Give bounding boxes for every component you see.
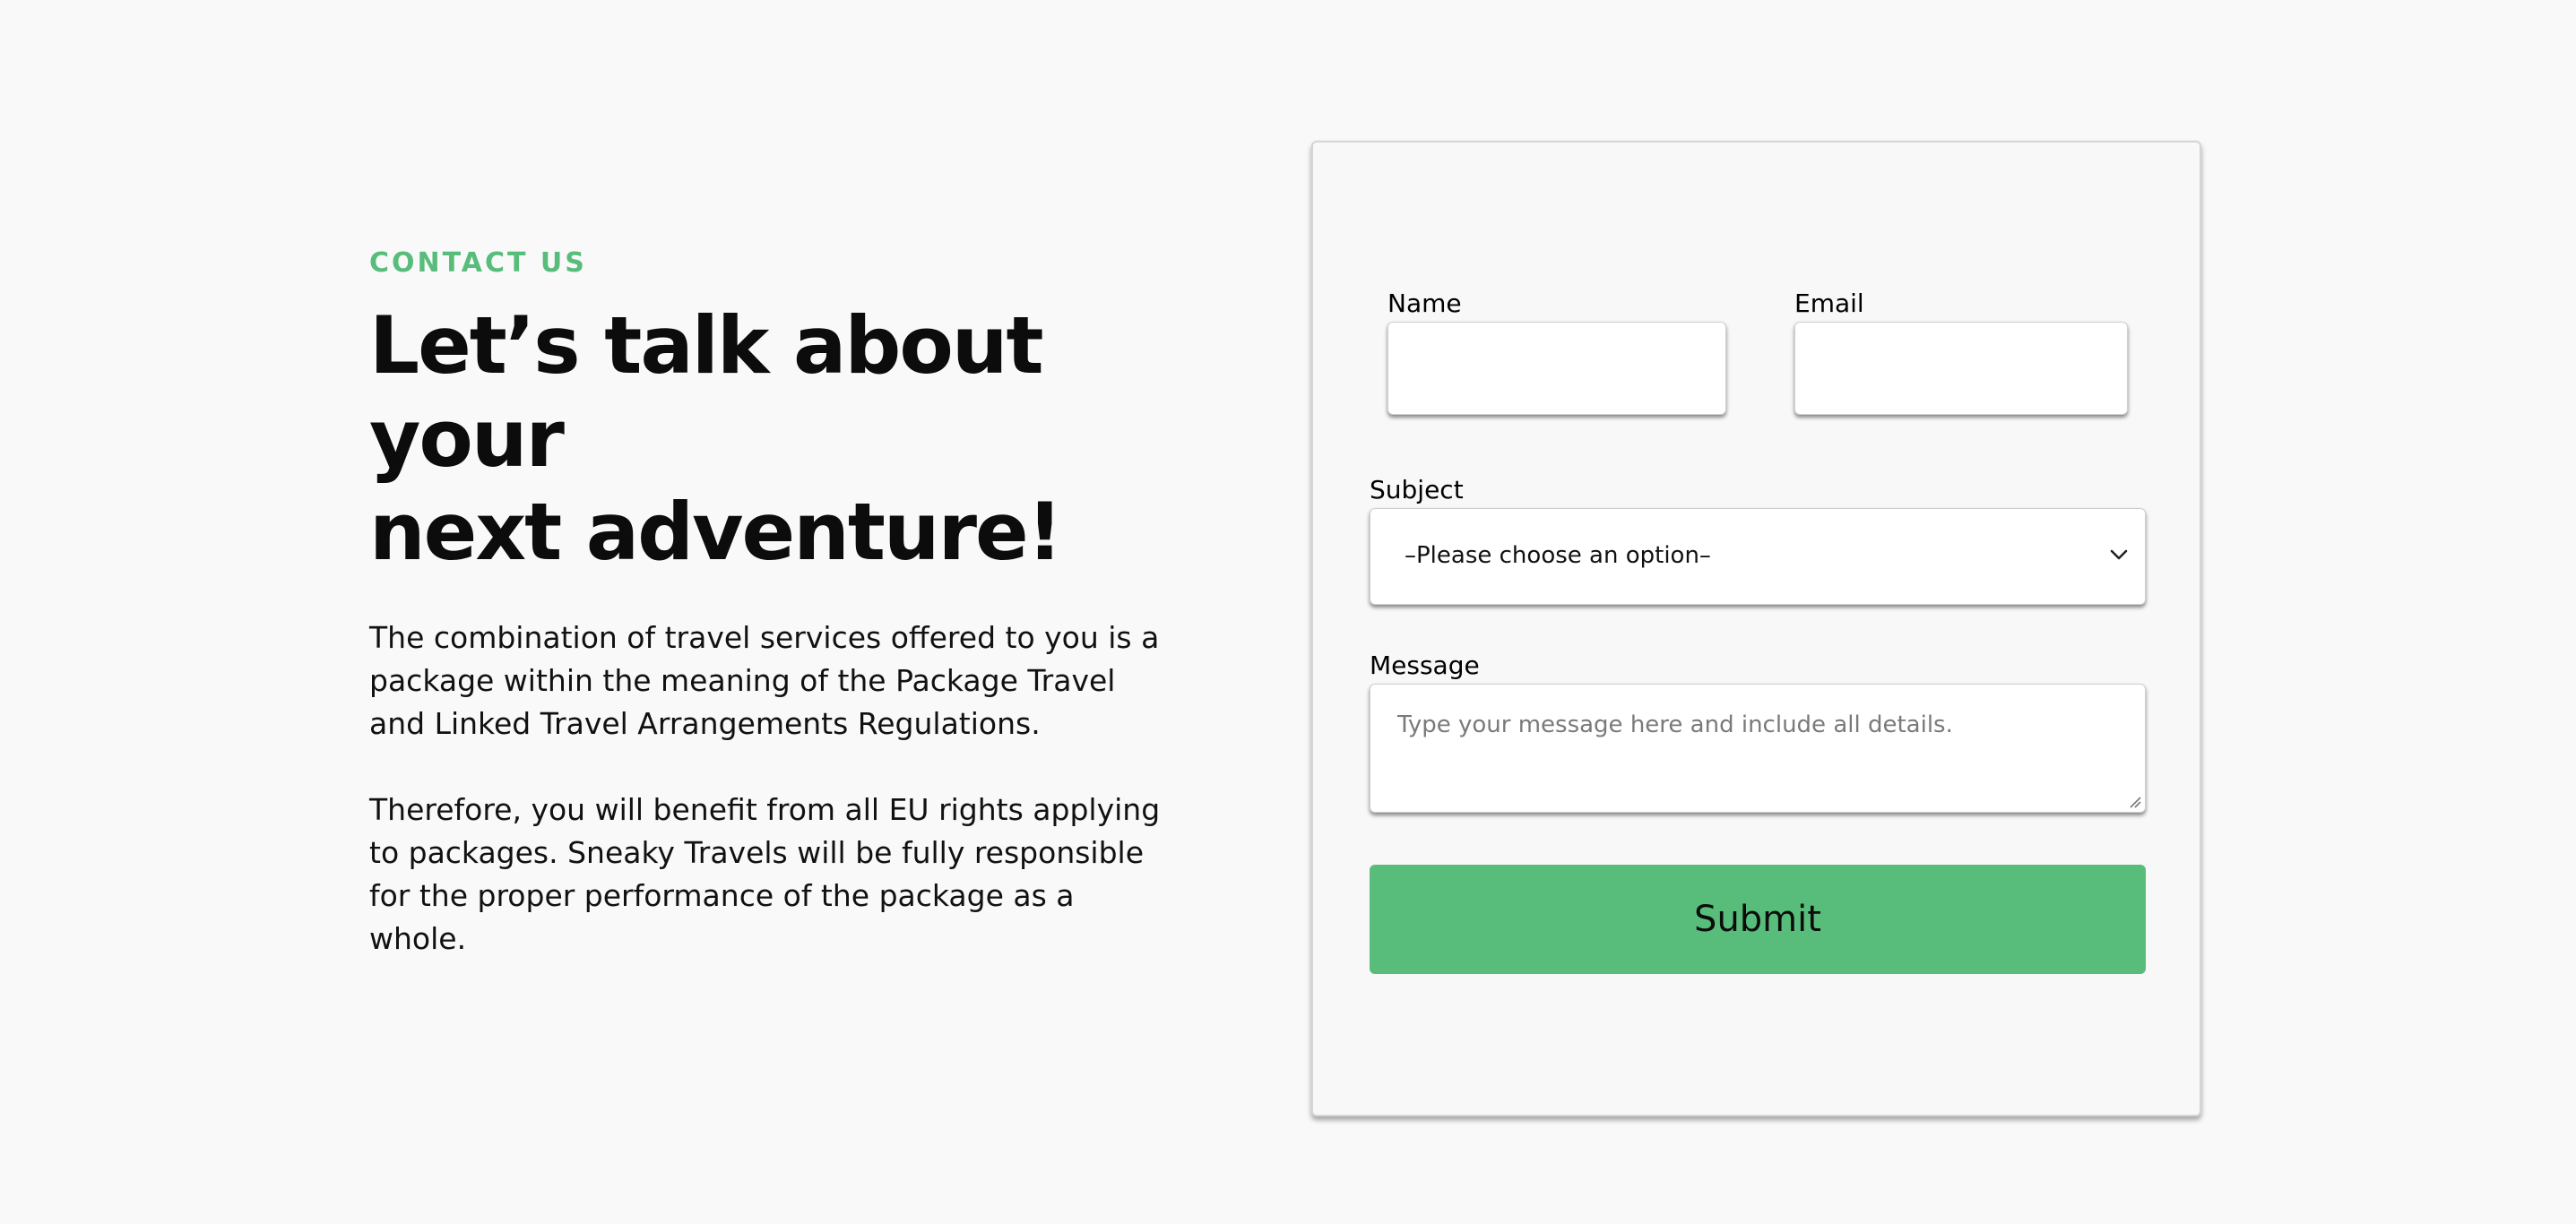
email-label: Email <box>1794 289 1864 318</box>
email-input[interactable] <box>1794 322 2128 415</box>
contact-form: Name Email Subject –Please choose an opt… <box>1311 141 2201 1116</box>
eyebrow-label: CONTACT US <box>369 247 587 279</box>
intro-paragraph-2: Therefore, you will benefit from all EU … <box>369 792 1161 956</box>
name-input[interactable] <box>1387 322 1726 415</box>
subject-label: Subject <box>1370 475 1464 504</box>
message-placeholder: Type your message here and include all d… <box>1397 711 1953 738</box>
name-label: Name <box>1387 289 1462 318</box>
page-title-line-1: Let’s talk about your <box>369 299 1044 485</box>
page-title-line-2: next adventure! <box>369 486 1063 578</box>
page-title: Let’s talk about your next adventure! <box>369 299 1194 579</box>
submit-button[interactable]: Submit <box>1370 865 2146 974</box>
chevron-down-icon <box>2110 549 2128 560</box>
resize-handle-icon[interactable] <box>2129 796 2141 808</box>
subject-select[interactable]: –Please choose an option– <box>1370 508 2146 605</box>
message-label: Message <box>1370 651 1480 680</box>
message-textarea[interactable]: Type your message here and include all d… <box>1370 684 2146 813</box>
subject-selected-value: –Please choose an option– <box>1405 542 1711 569</box>
contact-intro: CONTACT US Let’s talk about your next ad… <box>369 242 1194 961</box>
intro-paragraph-1: The combination of travel services offer… <box>369 620 1160 741</box>
